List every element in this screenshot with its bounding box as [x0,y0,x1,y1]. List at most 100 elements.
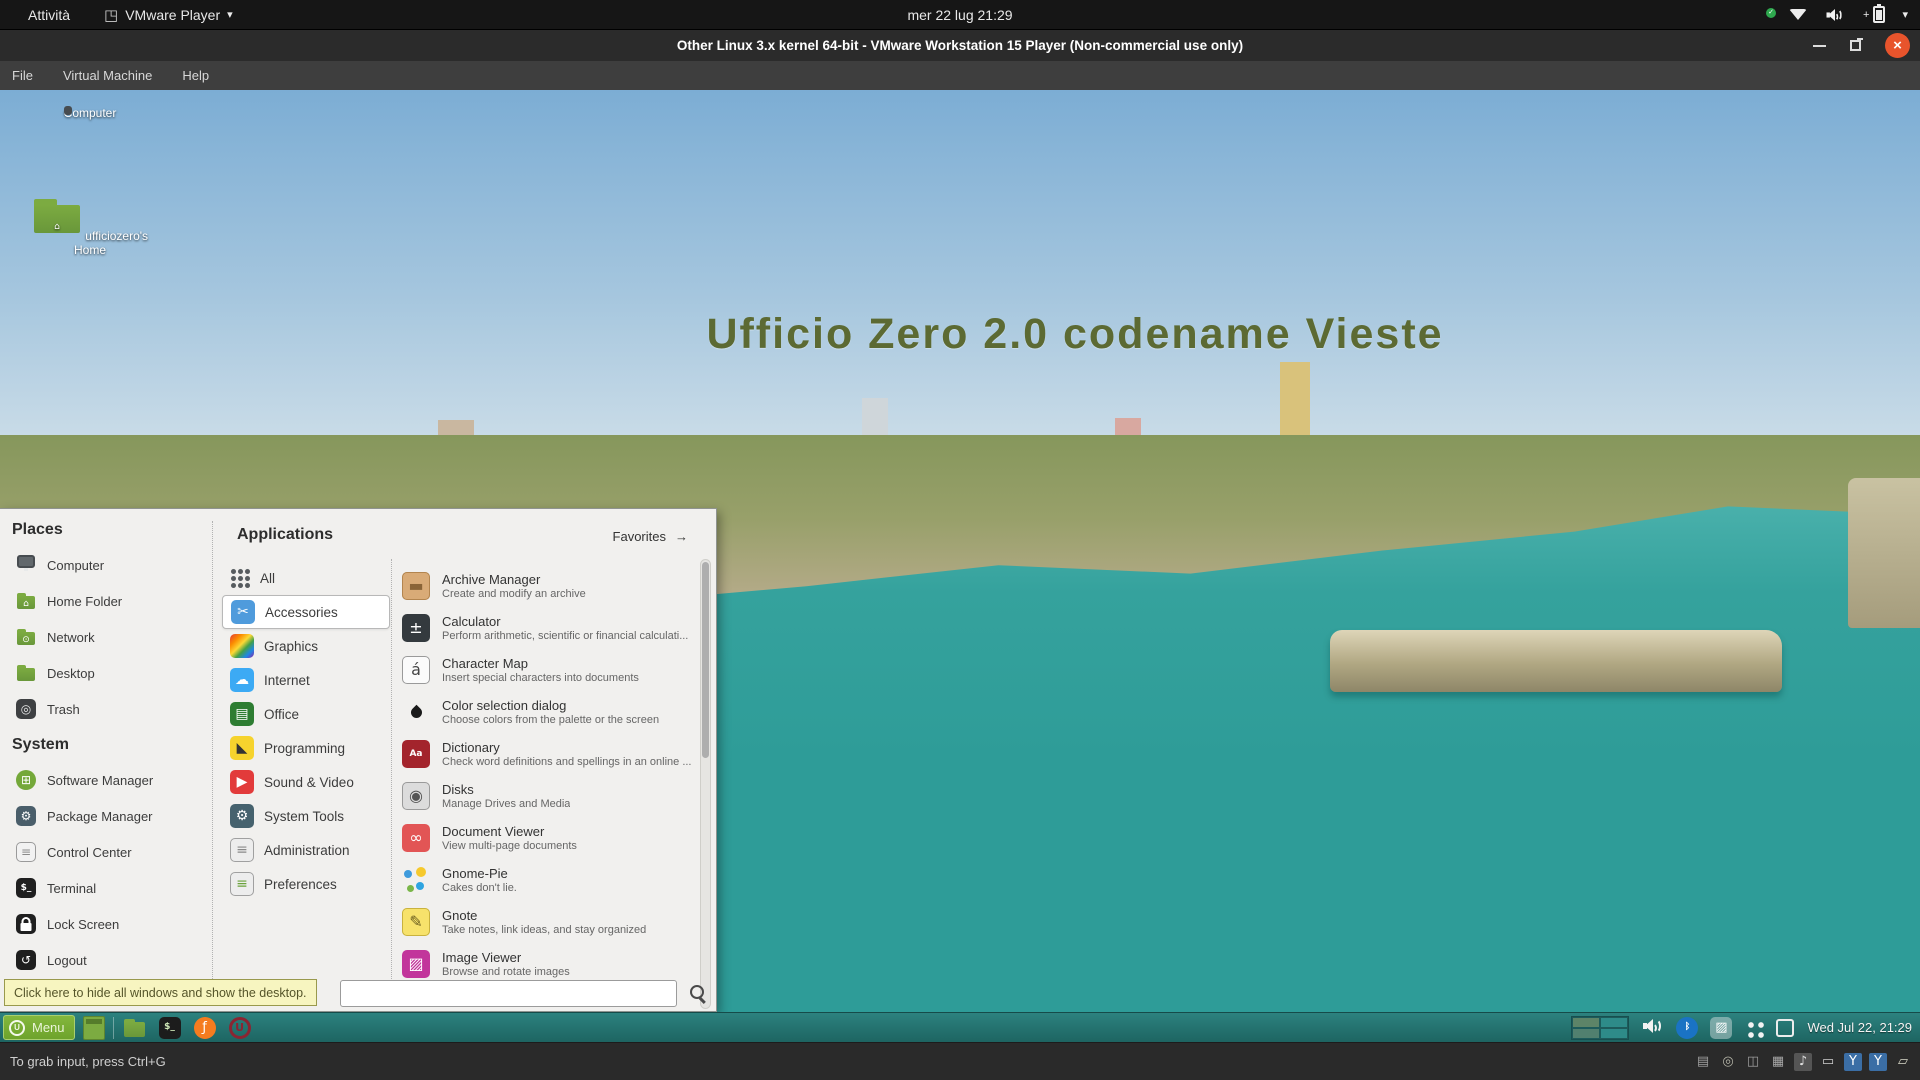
firefox-launcher[interactable]: ƒ [192,1015,218,1041]
app-text: Color selection dialogChoose colors from… [442,698,659,726]
file-manager-launcher[interactable] [122,1015,148,1041]
wallpaper-caption: Ufficio Zero 2.0 codename Vieste [600,310,1550,359]
label: Control Center [47,845,132,860]
label: Sound & Video [264,775,354,790]
category-item-sound-video[interactable]: ▶Sound & Video [222,765,390,799]
app-item-image-viewer[interactable]: ▨Image ViewerBrowse and rotate images [398,943,694,979]
terminal-launcher[interactable]: $_ [157,1015,183,1041]
system-tools-icon: ⚙ [230,804,254,828]
ufficiozero-launcher[interactable]: U [227,1015,253,1041]
system-item-terminal[interactable]: $_Terminal [8,870,204,906]
app-item-gnome-pie[interactable]: Gnome-PieCakes don't lie. [398,859,694,901]
app-item-disks[interactable]: ◉DisksManage Drives and Media [398,775,694,817]
clipboard-icon[interactable] [1776,1019,1794,1037]
hard-disk-icon[interactable]: ▤ [1694,1053,1712,1071]
favorites-button[interactable]: Favorites → [613,529,688,544]
system-item-package-manager[interactable]: ⚙Package Manager [8,798,204,834]
category-item-preferences[interactable]: ≡Preferences [222,867,390,901]
host-top-bar: Attività ◳ VMware Player ▾ mer 22 lug 21… [0,0,1920,30]
app-item-dictionary[interactable]: AaDictionaryCheck word definitions and s… [398,733,694,775]
vmware-menubar: File Virtual Machine Help [0,61,1920,90]
category-item-office[interactable]: ▤Office [222,697,390,731]
category-item-programming[interactable]: ◣Programming [222,731,390,765]
computer-icon [16,555,36,575]
app-item-archive-manager[interactable]: ▬Archive ManagerCreate and modify an arc… [398,565,694,607]
message-log-icon[interactable]: ▱ [1894,1053,1912,1071]
gnome-pie-tray-icon[interactable] [1744,1018,1764,1038]
show-desktop-button[interactable] [83,1016,105,1040]
app-description: Create and modify an archive [442,588,586,600]
activities-button[interactable]: Attività [28,7,70,23]
label: All [260,571,275,586]
close-button[interactable]: × [1885,33,1910,58]
usb-device-2-icon[interactable]: Y [1869,1053,1887,1071]
minimize-button[interactable] [1813,45,1826,47]
app-description: Manage Drives and Media [442,798,570,810]
desktop-icon-computer[interactable]: Computer [30,106,150,120]
taskbar-clock[interactable]: Wed Jul 22, 21:29 [1807,1020,1912,1035]
grab-input-hint: To grab input, press Ctrl+G [10,1043,166,1080]
workspace-switcher[interactable] [1571,1016,1629,1040]
desktop-icon-home[interactable]: ⌂ ufficiozero's Home [30,194,150,257]
app-text: Document ViewerView multi-page documents [442,824,577,852]
screenshot-icon[interactable]: ▨ [1710,1017,1732,1039]
search-input[interactable] [340,980,677,1007]
menu-separator [391,559,392,1001]
sound-icon[interactable]: ♪ [1794,1053,1812,1071]
wifi-icon [1789,9,1807,20]
menu-help[interactable]: Help [182,68,209,83]
cdrom-icon[interactable]: ◎ [1719,1053,1737,1071]
category-item-all[interactable]: All [222,561,390,595]
scrollbar-thumb[interactable] [702,562,709,758]
app-description: Choose colors from the palette or the sc… [442,714,659,726]
label: Home Folder [47,594,122,609]
app-item-character-map[interactable]: áCharacter MapInsert special characters … [398,649,694,691]
category-item-accessories[interactable]: ✂Accessories [222,595,390,629]
volume-icon[interactable] [1642,1017,1664,1039]
system-item-lock-screen[interactable]: Lock Screen [8,906,204,942]
app-list-scrollbar[interactable] [700,559,711,1009]
place-item-home-folder[interactable]: ⌂Home Folder [8,583,204,619]
label: Lock Screen [47,917,119,932]
app-item-color-selection-dialog[interactable]: Color selection dialogChoose colors from… [398,691,694,733]
place-item-network[interactable]: ⊙Network [8,619,204,655]
place-item-computer[interactable]: Computer [8,547,204,583]
network-adapter-icon[interactable]: ◫ [1744,1053,1762,1071]
app-item-calculator[interactable]: ±CalculatorPerform arithmetic, scientifi… [398,607,694,649]
menu-file[interactable]: File [12,68,33,83]
system-item-software-manager[interactable]: ⊞Software Manager [8,762,204,798]
usb-device-icon[interactable]: Y [1844,1053,1862,1071]
office-icon: ▤ [230,702,254,726]
host-clock[interactable]: mer 22 lug 21:29 [907,7,1012,23]
screen: Attività ◳ VMware Player ▾ mer 22 lug 21… [0,0,1920,1080]
applications-heading: Applications [237,526,333,544]
restore-button[interactable] [1850,40,1861,51]
volume-icon [1826,7,1845,22]
terminal-launcher-icon: $_ [159,1017,181,1039]
menu-button[interactable]: U Menu [3,1015,75,1040]
display-icon[interactable]: ▭ [1819,1053,1837,1071]
desktop-folder-icon [16,663,36,683]
label: Programming [264,741,345,756]
system-item-logout[interactable]: ↺Logout [8,942,204,978]
host-system-tray[interactable]: ✓ + ▾ [1772,0,1908,29]
bluetooth-icon[interactable]: ᛒ [1676,1017,1698,1039]
printer-icon[interactable]: ▦ [1769,1053,1787,1071]
place-item-desktop[interactable]: Desktop [8,655,204,691]
search-button[interactable] [688,983,710,1005]
category-item-system-tools[interactable]: ⚙System Tools [222,799,390,833]
app-name: Document Viewer [442,824,577,839]
category-item-graphics[interactable]: Graphics [222,629,390,663]
category-item-internet[interactable]: ☁Internet [222,663,390,697]
app-menu-button[interactable]: ◳ VMware Player ▾ [104,6,233,24]
all-apps-icon [230,568,250,588]
place-item-trash[interactable]: ◎Trash [8,691,204,727]
app-item-document-viewer[interactable]: ∞Document ViewerView multi-page document… [398,817,694,859]
category-item-administration[interactable]: ≡Administration [222,833,390,867]
menu-virtual-machine[interactable]: Virtual Machine [63,68,152,83]
app-item-gnote[interactable]: ✎GnoteTake notes, link ideas, and stay o… [398,901,694,943]
menu-separator [212,521,213,997]
system-item-control-center[interactable]: ≡Control Center [8,834,204,870]
label: Graphics [264,639,318,654]
label: Administration [264,843,350,858]
